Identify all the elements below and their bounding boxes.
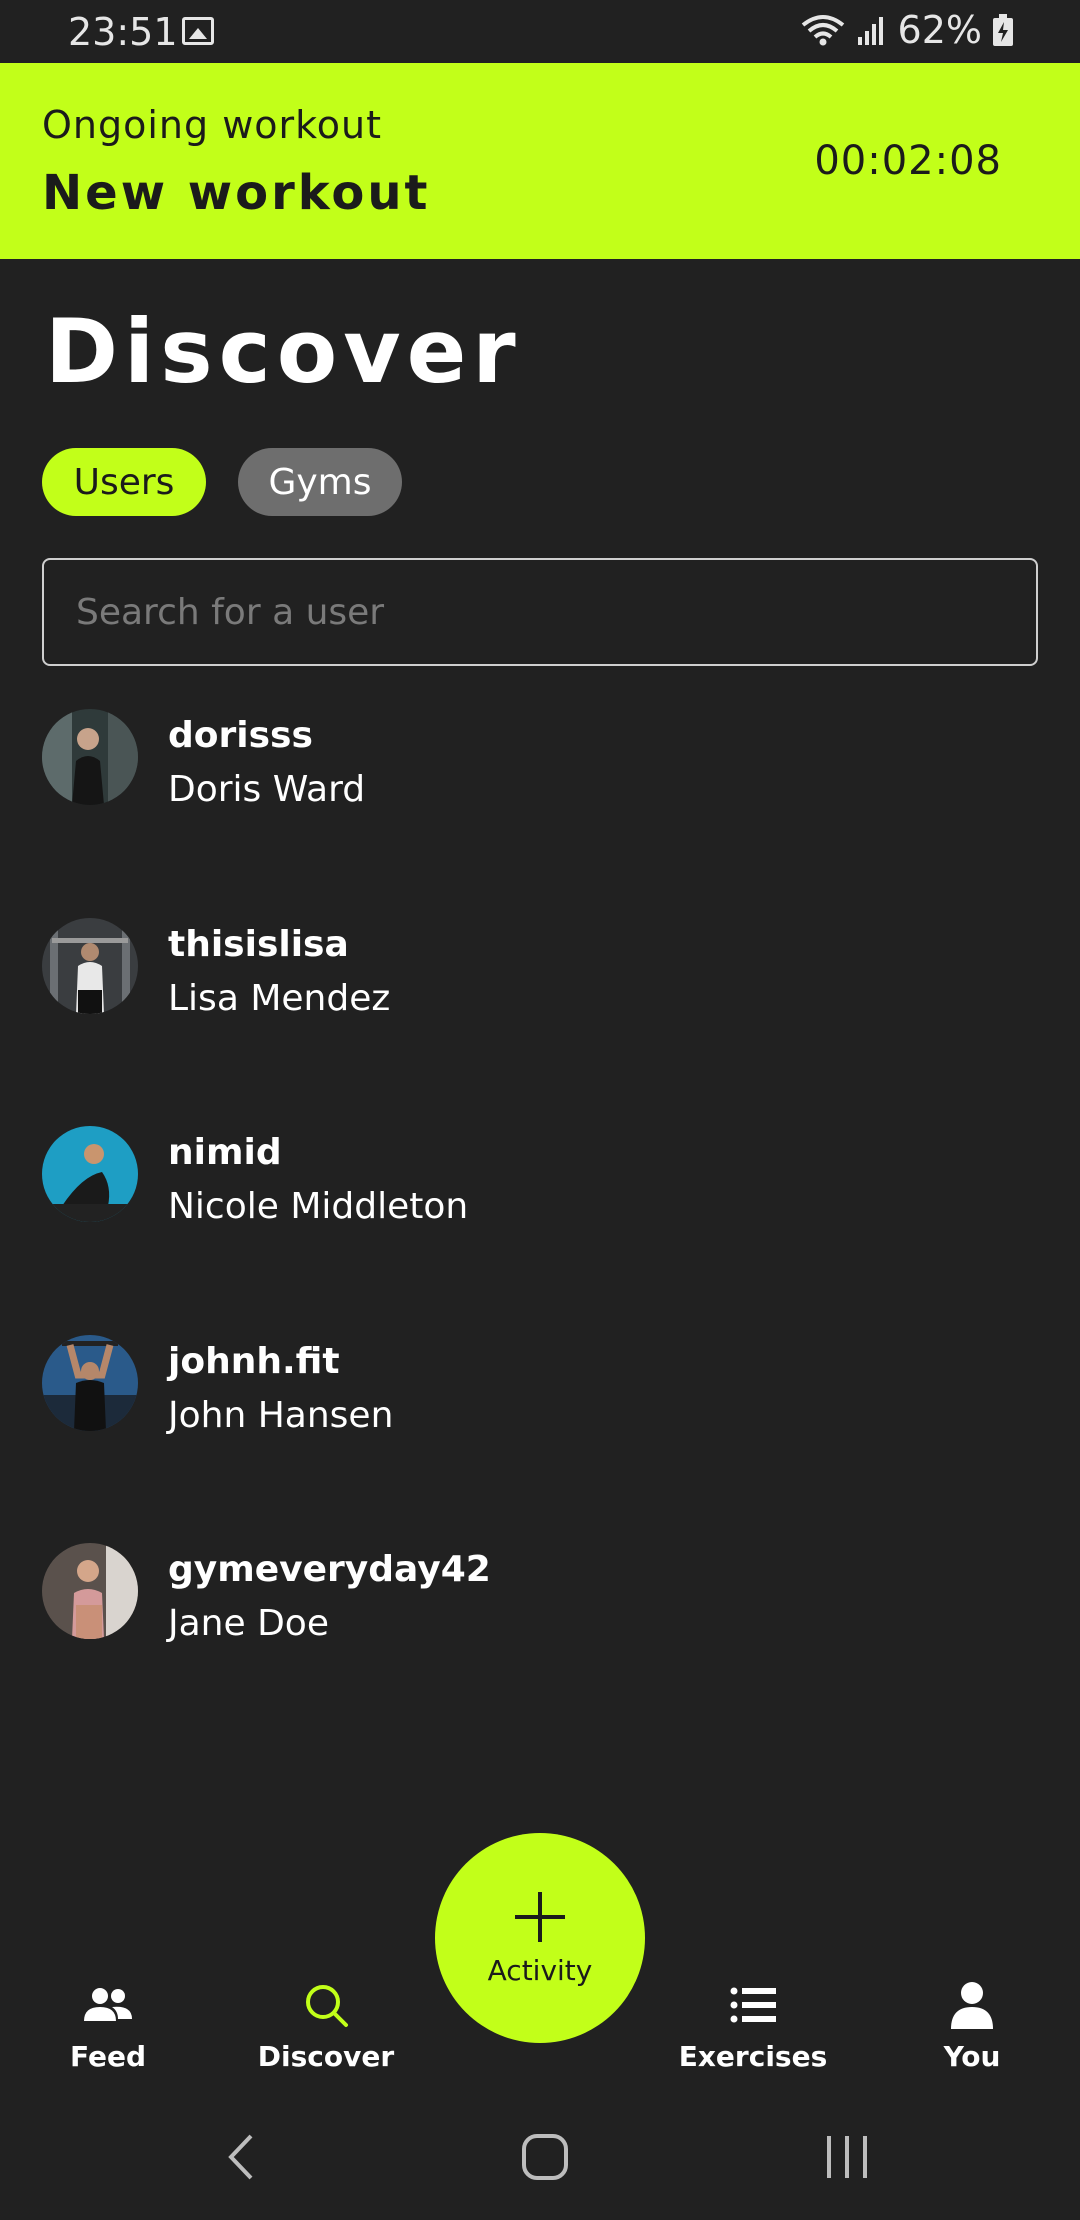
workout-title: New workout <box>42 165 431 221</box>
nav-discover[interactable]: Discover <box>236 1980 416 2073</box>
nav-exercises-label: Exercises <box>678 2040 828 2073</box>
status-indicators: 62% <box>800 8 1014 52</box>
nav-discover-label: Discover <box>257 2040 395 2073</box>
recent-apps-icon[interactable] <box>825 2132 869 2186</box>
user-search-input[interactable] <box>42 558 1038 666</box>
user-list-item[interactable]: johnh.fit John Hansen <box>0 1335 1080 1515</box>
plus-icon <box>513 1890 567 1948</box>
user-handle: nimid <box>168 1132 282 1173</box>
tab-gyms[interactable]: Gyms <box>238 448 402 516</box>
gallery-notification-icon <box>182 17 214 45</box>
avatar <box>42 918 138 1014</box>
workout-status-label: Ongoing workout <box>42 103 383 147</box>
user-list-item[interactable]: nimid Nicole Middleton <box>0 1126 1080 1306</box>
page-title: Discover <box>45 300 522 403</box>
battery-charging-icon <box>992 13 1014 47</box>
cell-signal-icon <box>856 13 888 47</box>
workout-timer: 00:02:08 <box>814 138 1002 184</box>
back-icon[interactable] <box>225 2132 257 2186</box>
user-list-item[interactable]: gymeveryday42 Jane Doe <box>0 1543 1080 1723</box>
people-icon <box>82 1980 134 2030</box>
nav-you-label: You <box>943 2040 1001 2073</box>
user-full-name: Jane Doe <box>168 1603 329 1644</box>
search-icon <box>303 1980 349 2030</box>
avatar <box>42 709 138 805</box>
home-icon[interactable] <box>520 2132 570 2186</box>
status-time: 23:51 <box>68 10 178 54</box>
nav-exercises[interactable]: Exercises <box>663 1980 843 2073</box>
avatar <box>42 1126 138 1222</box>
nav-you[interactable]: You <box>882 1980 1062 2073</box>
nav-feed-label: Feed <box>69 2040 146 2073</box>
battery-percentage: 62% <box>897 8 982 52</box>
list-icon <box>730 1980 776 2030</box>
wifi-icon <box>800 13 846 47</box>
status-bar: 23:51 62% <box>0 0 1080 63</box>
user-full-name: Doris Ward <box>168 769 366 810</box>
bottom-navigation: Feed Discover Exercises You <box>0 1940 1080 2080</box>
tab-users[interactable]: Users <box>42 448 206 516</box>
user-handle: johnh.fit <box>168 1341 340 1382</box>
nav-feed[interactable]: Feed <box>18 1980 198 2073</box>
user-handle: gymeveryday42 <box>168 1549 491 1590</box>
user-handle: thisislisa <box>168 924 349 965</box>
avatar <box>42 1335 138 1431</box>
system-navigation-bar <box>0 2100 1080 2220</box>
person-icon <box>949 1980 995 2030</box>
avatar <box>42 1543 138 1639</box>
user-full-name: Lisa Mendez <box>168 978 391 1019</box>
user-full-name: John Hansen <box>168 1395 394 1436</box>
discover-screen: 23:51 62% Ongoing workout New workout 00… <box>0 0 1080 2220</box>
user-list-item[interactable]: dorisss Doris Ward <box>0 709 1080 889</box>
user-list-item[interactable]: thisislisa Lisa Mendez <box>0 918 1080 1098</box>
ongoing-workout-banner[interactable]: Ongoing workout New workout 00:02:08 <box>0 63 1080 259</box>
user-full-name: Nicole Middleton <box>168 1186 469 1227</box>
user-handle: dorisss <box>168 715 313 756</box>
